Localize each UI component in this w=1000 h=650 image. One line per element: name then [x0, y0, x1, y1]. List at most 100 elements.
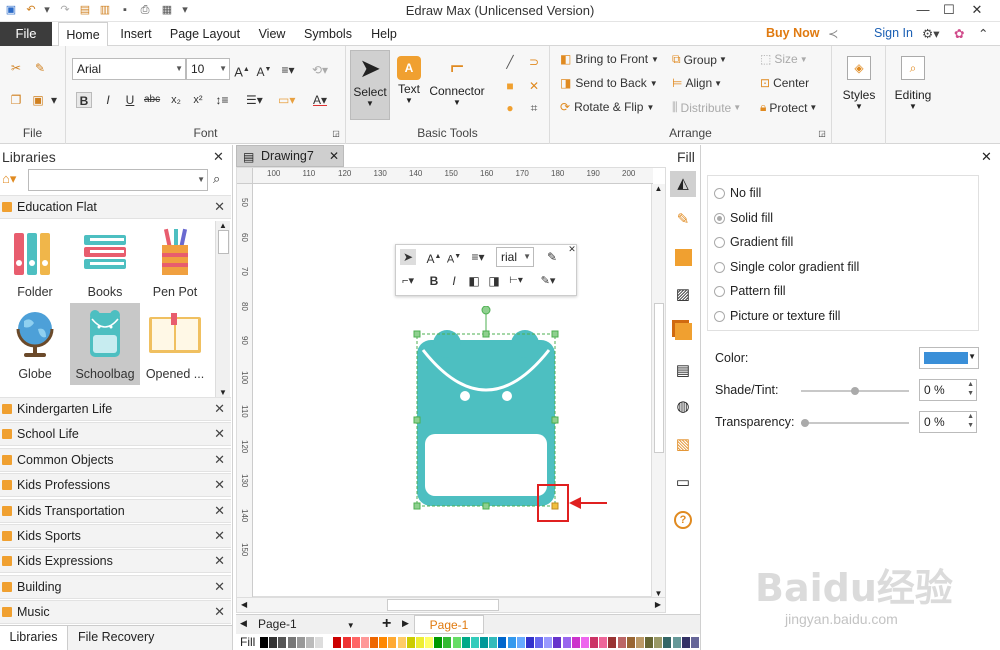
tab-libraries[interactable]: Libraries — [0, 626, 68, 650]
palette-swatch[interactable] — [461, 637, 470, 648]
arrange-dialog-launcher-icon[interactable]: ◲ — [814, 126, 830, 142]
canvas-vertical-scrollbar[interactable]: ▲ ▼ — [651, 184, 665, 598]
sign-in-link[interactable]: Sign In — [874, 26, 913, 40]
page-first-icon[interactable]: ◀ — [240, 618, 247, 629]
palette-swatch[interactable] — [553, 637, 562, 648]
float-font-select[interactable]: rial ▼ — [496, 247, 534, 267]
palette-swatch[interactable] — [480, 637, 489, 648]
category-kids-expressions[interactable]: Kids Expressions ✕ — [0, 549, 231, 574]
select-button[interactable]: ➤ Select ▼ — [350, 50, 390, 120]
editing-button[interactable]: ⌕ Editing ▼ — [890, 50, 936, 130]
scroll-thumb[interactable] — [217, 230, 229, 254]
line-tool-icon[interactable]: ╱ — [502, 54, 518, 70]
crop-tool-icon[interactable]: ⌗ — [526, 100, 542, 116]
palette-swatch[interactable] — [269, 637, 278, 648]
search-icon[interactable]: ⌕ — [213, 171, 220, 187]
styles-button[interactable]: ◈ Styles ▼ — [838, 50, 880, 130]
font-color-icon[interactable]: A▾ — [312, 92, 328, 108]
palette-swatch[interactable] — [608, 637, 617, 648]
cut-icon[interactable]: ✂ — [8, 60, 24, 76]
paste-icon[interactable]: ▣ — [30, 92, 46, 108]
palette-swatch[interactable] — [415, 637, 424, 648]
category-school-life[interactable]: School Life ✕ — [0, 422, 231, 447]
fill-option-label[interactable]: Gradient fill — [730, 235, 793, 249]
close-icon[interactable]: ✕ — [981, 149, 992, 165]
transparency-slider[interactable] — [801, 419, 909, 427]
spinner-arrows-icon[interactable]: ▲ ▼ — [967, 412, 974, 430]
distribute-button[interactable]: ⫼ Distribute ▼ — [672, 100, 741, 115]
resize-handle-n[interactable] — [482, 330, 490, 338]
drawing-canvas[interactable]: 100 110 120 130 140 150 160 170 180 190 200 50 60 70… — [236, 167, 666, 598]
maximize-button[interactable]: ☐ — [938, 1, 960, 19]
palette-swatch[interactable] — [333, 637, 342, 648]
transparency-knob[interactable] — [801, 419, 809, 427]
transparency-input[interactable]: 0 % ▲ ▼ — [919, 411, 977, 433]
italic-icon[interactable]: I — [100, 92, 116, 108]
category-kids-sports[interactable]: Kids Sports ✕ — [0, 524, 231, 548]
palette-swatch[interactable] — [516, 637, 525, 648]
palette-swatch[interactable] — [498, 637, 507, 648]
font-dialog-launcher-icon[interactable]: ◲ — [328, 126, 344, 142]
palette-swatch[interactable] — [544, 637, 553, 648]
close-button[interactable]: ✕ — [966, 1, 988, 19]
protect-button[interactable]: 🔒︎ Protect ▼ — [760, 100, 817, 115]
bring-forward-icon[interactable]: ◧ — [466, 273, 482, 289]
fill-paint-icon[interactable]: ◭ — [670, 171, 696, 197]
palette-swatch[interactable] — [663, 637, 672, 648]
palette-swatch[interactable] — [599, 637, 608, 648]
connector-button[interactable]: ⌐ Connector ▼ — [428, 50, 486, 120]
palette-swatch[interactable] — [690, 637, 699, 648]
bold-icon[interactable]: B — [76, 92, 92, 108]
font-name-select[interactable]: Arial ▼ — [72, 58, 186, 80]
palette-swatch[interactable] — [351, 637, 360, 648]
tab-page-layout[interactable]: Page Layout — [166, 22, 244, 46]
close-icon[interactable]: ✕ — [214, 199, 225, 215]
buy-now-link[interactable]: Buy Now — [766, 26, 819, 40]
rectangle-tool-icon[interactable]: ■ — [502, 78, 518, 94]
palette-swatch[interactable] — [278, 637, 287, 648]
palette-swatch[interactable] — [489, 637, 498, 648]
collapse-ribbon-icon[interactable]: ⌃ — [978, 26, 988, 41]
comment-icon[interactable]: ▭ — [672, 473, 694, 495]
cross-tool-icon[interactable]: ✕ — [526, 78, 542, 94]
close-icon[interactable]: ✕ — [214, 579, 225, 595]
palette-swatch[interactable] — [681, 637, 690, 648]
group-button[interactable]: ⧉ Group ▼ — [672, 52, 727, 67]
document-list-icon[interactable]: ▤ — [672, 361, 694, 383]
connector-icon[interactable]: ⌐▾ — [400, 273, 416, 289]
scroll-down-icon[interactable]: ▼ — [216, 388, 230, 397]
page-select[interactable]: Page-1 ▼ — [258, 617, 355, 631]
shrink-font-icon[interactable]: A▼ — [256, 62, 272, 79]
subscript-icon[interactable]: x₂ — [168, 92, 184, 108]
rotate-flip-button[interactable]: ⟳ Rotate & Flip ▼ — [560, 100, 654, 114]
palette-swatch[interactable] — [590, 637, 599, 648]
text-direction-icon[interactable]: ⟲▾ — [312, 62, 328, 78]
resize-handle-nw[interactable] — [413, 330, 421, 338]
arc-tool-icon[interactable]: ⊃ — [526, 54, 542, 70]
palette-swatch[interactable] — [645, 637, 654, 648]
fill-option-label[interactable]: Solid fill — [730, 211, 773, 225]
palette-swatch[interactable] — [379, 637, 388, 648]
scroll-up-icon[interactable]: ▲ — [652, 184, 665, 193]
fill-option-label[interactable]: Single color gradient fill — [730, 260, 859, 274]
line-style-icon[interactable]: ✎ — [670, 207, 696, 233]
palette-swatch[interactable] — [654, 637, 663, 648]
resize-handle-s[interactable] — [482, 502, 490, 510]
tab-file[interactable]: File — [0, 22, 52, 46]
strikethrough-icon[interactable]: abc — [144, 92, 160, 108]
palette-swatch[interactable] — [443, 637, 452, 648]
send-backward-icon[interactable]: ◨ — [486, 273, 502, 289]
text-align-icon[interactable]: ≡▾ — [280, 62, 296, 78]
palette-swatch[interactable] — [260, 637, 269, 648]
underline-icon[interactable]: U — [122, 92, 138, 108]
close-icon[interactable]: ✕ — [214, 452, 225, 468]
scroll-thumb[interactable] — [653, 303, 664, 453]
align-button[interactable]: ⊨ Align ▼ — [672, 76, 722, 90]
grow-font-icon[interactable]: A▲ — [426, 249, 442, 266]
palette-swatch[interactable] — [406, 637, 415, 648]
category-kids-professions[interactable]: Kids Professions ✕ — [0, 473, 231, 498]
format-painter-icon[interactable]: ✎ — [544, 249, 560, 265]
palette-swatch[interactable] — [370, 637, 379, 648]
spinner-arrows-icon[interactable]: ▲ ▼ — [967, 380, 974, 398]
shadow-icon[interactable] — [675, 249, 692, 266]
